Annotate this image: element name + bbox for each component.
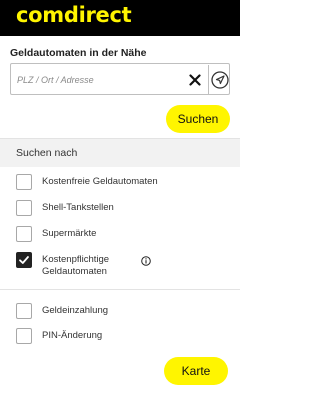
filter-label: Kostenpflichtige Geldautomaten [42, 254, 110, 277]
filter-header: Suchen nach [0, 139, 240, 167]
locate-me-button[interactable] [210, 65, 230, 94]
comdirect-logo: comdirect [16, 3, 132, 27]
map-button[interactable]: Karte [164, 357, 228, 385]
filter-shell-stations[interactable]: Shell-Tankstellen [16, 200, 182, 216]
filter-paid-atms[interactable]: Kostenpflichtige Geldautomaten [16, 252, 151, 278]
checkbox[interactable] [16, 226, 32, 242]
filter-label: Supermärkte [42, 228, 97, 239]
search-button[interactable]: Suchen [166, 105, 230, 133]
location-search-input[interactable] [17, 71, 177, 89]
filter-free-atms[interactable]: Kostenfreie Geldautomaten [16, 174, 182, 190]
checkbox[interactable] [16, 174, 32, 190]
info-icon[interactable] [141, 256, 151, 266]
filter-cash-deposit[interactable]: Geldeinzahlung [16, 303, 182, 319]
filter-label: Shell-Tankstellen [42, 202, 114, 213]
checkbox[interactable] [16, 328, 32, 344]
navigation-arrow-icon [211, 70, 229, 89]
section-title: Geldautomaten in der Nähe [10, 47, 147, 59]
filter-header-label: Suchen nach [16, 147, 78, 159]
filter-pin-change[interactable]: PIN-Änderung [16, 328, 182, 344]
filter-label-wrap: Kostenpflichtige Geldautomaten [42, 254, 151, 278]
filter-label: PIN-Änderung [42, 330, 103, 341]
close-icon [188, 73, 201, 86]
clear-search-button[interactable] [181, 65, 209, 94]
filter-label: Geldeinzahlung [42, 305, 109, 316]
divider [0, 289, 240, 290]
checkbox[interactable] [16, 200, 32, 216]
app-header: comdirect [0, 0, 240, 36]
checkbox-checked[interactable] [16, 252, 32, 268]
filter-supermarkets[interactable]: Supermärkte [16, 226, 182, 242]
checkmark-icon [19, 256, 29, 264]
checkbox[interactable] [16, 303, 32, 319]
location-search-box [10, 63, 230, 95]
filter-label: Kostenfreie Geldautomaten [42, 176, 158, 187]
